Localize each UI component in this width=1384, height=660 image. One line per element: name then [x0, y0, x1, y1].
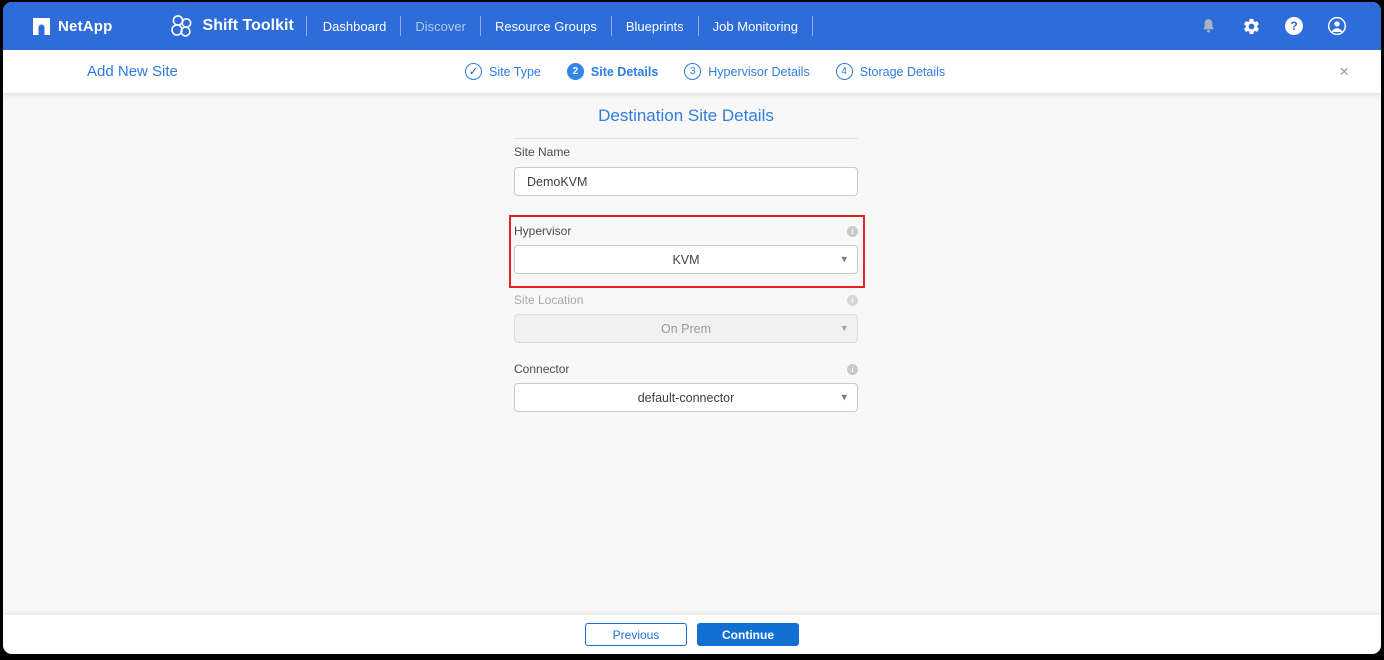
step-site-type[interactable]: ✓ Site Type: [465, 63, 541, 80]
caret-down-icon: ▾: [841, 252, 847, 265]
info-icon[interactable]: i: [847, 364, 858, 375]
connector-select[interactable]: default-connector ▾: [514, 383, 858, 412]
site-name-label: Site Name: [514, 145, 858, 159]
site-name-input[interactable]: [514, 167, 858, 196]
nav-item-discover[interactable]: Discover: [413, 19, 468, 34]
site-name-group: Site Name: [514, 145, 858, 196]
shift-toolkit-brand[interactable]: Shift Toolkit: [169, 13, 294, 39]
product-name: Shift Toolkit: [203, 17, 294, 35]
hypervisor-selected-value: KVM: [672, 253, 699, 267]
account-icon[interactable]: [1327, 16, 1347, 36]
caret-down-icon: ▾: [841, 390, 847, 403]
nav-divider: [698, 16, 699, 36]
site-location-label: Site Location i: [514, 293, 858, 307]
form-heading: Destination Site Details: [514, 106, 858, 126]
hypervisor-select[interactable]: KVM ▾: [514, 245, 858, 274]
heading-divider: [514, 138, 858, 139]
hypervisor-group: Hypervisor i KVM ▾: [514, 224, 858, 274]
step-site-details[interactable]: 2 Site Details: [567, 63, 658, 80]
bell-icon[interactable]: [1198, 16, 1218, 36]
connector-label: Connector i: [514, 362, 858, 376]
site-location-selected-value: On Prem: [661, 322, 711, 336]
site-location-select: On Prem ▾: [514, 314, 858, 343]
step-number-badge: 3: [684, 63, 701, 80]
info-icon[interactable]: i: [847, 226, 858, 237]
step-number-badge: 2: [567, 63, 584, 80]
check-icon: ✓: [465, 63, 482, 80]
nav-item-blueprints[interactable]: Blueprints: [624, 19, 686, 34]
hypervisor-label: Hypervisor i: [514, 224, 858, 238]
site-location-group: Site Location i On Prem ▾: [514, 293, 858, 343]
step-label: Site Details: [591, 65, 658, 79]
help-icon[interactable]: ?: [1284, 16, 1304, 36]
continue-button[interactable]: Continue: [697, 623, 799, 646]
previous-button[interactable]: Previous: [585, 623, 687, 646]
connector-selected-value: default-connector: [638, 391, 735, 405]
main-content: Destination Site Details Site Name Hyper…: [3, 93, 1381, 615]
site-location-label-text: Site Location: [514, 293, 583, 307]
caret-down-icon: ▾: [841, 321, 847, 334]
nav-divider: [480, 16, 481, 36]
step-label: Storage Details: [860, 65, 945, 79]
wizard-header: Add New Site ✓ Site Type 2 Site Details …: [3, 50, 1381, 93]
nav-item-resource-groups[interactable]: Resource Groups: [493, 19, 599, 34]
navbar-actions: ?: [1198, 16, 1347, 36]
brand-name: NetApp: [58, 18, 113, 35]
nav-item-job-monitoring[interactable]: Job Monitoring: [711, 19, 800, 34]
nav-items: Dashboard Discover Resource Groups Bluep…: [321, 16, 825, 36]
nav-item-dashboard[interactable]: Dashboard: [321, 19, 389, 34]
nav-divider: [812, 16, 813, 36]
netapp-logo-icon: [33, 18, 50, 35]
nav-divider: [306, 16, 307, 36]
app-window: NetApp Shift Toolkit Dashboard Discover …: [3, 2, 1381, 654]
close-icon[interactable]: ×: [1339, 50, 1349, 93]
step-hypervisor-details[interactable]: 3 Hypervisor Details: [684, 63, 809, 80]
top-navbar: NetApp Shift Toolkit Dashboard Discover …: [3, 2, 1381, 50]
site-details-form: Destination Site Details Site Name Hyper…: [514, 93, 858, 139]
step-label: Site Type: [489, 65, 541, 79]
gear-icon[interactable]: [1241, 16, 1261, 36]
wizard-steps: ✓ Site Type 2 Site Details 3 Hypervisor …: [465, 50, 945, 93]
info-icon[interactable]: i: [847, 295, 858, 306]
nav-divider: [611, 16, 612, 36]
step-number-badge: 4: [836, 63, 853, 80]
connector-label-text: Connector: [514, 362, 569, 376]
hypervisor-label-text: Hypervisor: [514, 224, 571, 238]
connector-group: Connector i default-connector ▾: [514, 362, 858, 412]
page-title: Add New Site: [87, 50, 178, 93]
wizard-footer: Previous Continue: [3, 615, 1381, 654]
netapp-brand[interactable]: NetApp: [33, 18, 113, 35]
nav-divider: [400, 16, 401, 36]
step-label: Hypervisor Details: [708, 65, 809, 79]
step-storage-details[interactable]: 4 Storage Details: [836, 63, 945, 80]
shift-toolkit-logo-icon: [169, 13, 195, 39]
